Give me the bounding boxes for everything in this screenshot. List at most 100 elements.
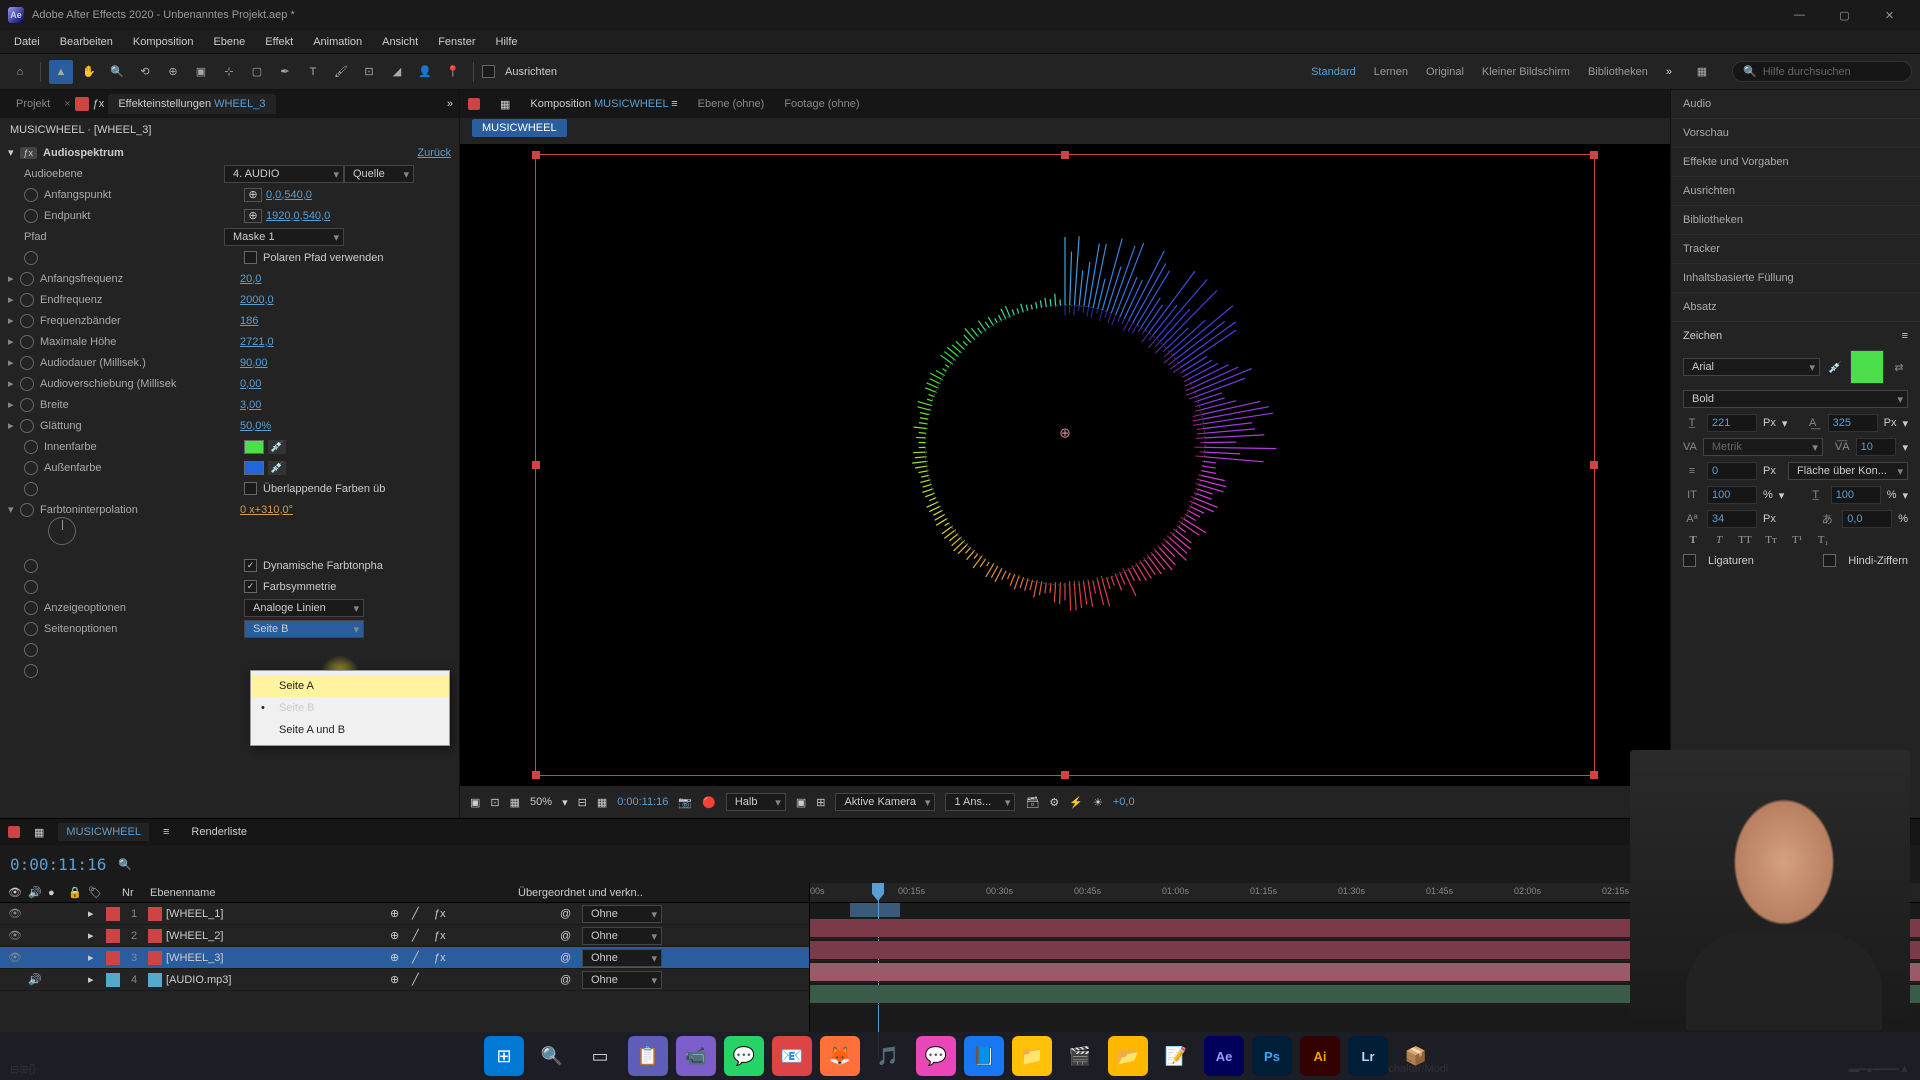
twirl-icon[interactable]: ▸	[8, 419, 20, 432]
puppet-tool[interactable]: 📍	[441, 60, 465, 84]
taskbar-notepad[interactable]: 📝	[1156, 1036, 1196, 1076]
stopwatch-icon[interactable]	[24, 664, 38, 678]
effect-reset-link[interactable]: Zurück	[417, 147, 451, 159]
stroke-input[interactable]: 0	[1707, 462, 1757, 480]
menu-animation[interactable]: Animation	[303, 33, 372, 51]
popup-seite-ab[interactable]: Seite A und B	[251, 719, 449, 741]
parent-dropdown[interactable]: Ohne	[582, 971, 662, 989]
zoom-value[interactable]: 50%	[530, 796, 552, 808]
taskbar-photoshop[interactable]: Ps	[1252, 1036, 1292, 1076]
font-weight-dropdown[interactable]: Bold	[1683, 390, 1908, 408]
prop-seiten-dropdown[interactable]: Seite B	[244, 620, 364, 638]
workspace-lernen[interactable]: Lernen	[1374, 66, 1408, 78]
stopwatch-icon[interactable]	[24, 559, 38, 573]
layer-name[interactable]: [WHEEL_2]	[166, 930, 386, 942]
pen-tool[interactable]: ✒	[273, 60, 297, 84]
snap-toggle[interactable]: Ausrichten	[482, 65, 557, 78]
twirl-icon[interactable]: ▸	[88, 907, 102, 920]
taskbar-firefox[interactable]: 🦊	[820, 1036, 860, 1076]
stopwatch-icon[interactable]	[20, 377, 34, 391]
vscale-input[interactable]: 100	[1707, 486, 1757, 504]
fast-preview-icon[interactable]: ⚡	[1069, 796, 1083, 809]
twirl-icon[interactable]: ▸	[88, 951, 102, 964]
transparency-icon[interactable]: ▦	[597, 796, 607, 809]
prop-audioebene-dropdown[interactable]: 4. AUDIO	[224, 165, 344, 183]
exposure-icon[interactable]: ☀	[1093, 796, 1103, 809]
dropdown-icon[interactable]: ▾	[1782, 417, 1788, 430]
text-tool[interactable]: T	[301, 60, 325, 84]
stopwatch-icon[interactable]	[20, 503, 34, 517]
allcaps-button[interactable]: TT	[1735, 534, 1755, 546]
twirl-icon[interactable]: ▸	[8, 335, 20, 348]
switch-icon[interactable]: ⊕	[390, 951, 408, 964]
camera-tool[interactable]: ▣	[189, 60, 213, 84]
taskbar-app[interactable]: 📋	[628, 1036, 668, 1076]
menu-fenster[interactable]: Fenster	[428, 33, 485, 51]
tab-effekteinstellungen[interactable]: Effekteinstellungen WHEEL_3	[108, 94, 275, 114]
taskbar-illustrator[interactable]: Ai	[1300, 1036, 1340, 1076]
leading-input[interactable]: 325	[1828, 414, 1878, 432]
panel-menu-icon[interactable]: ≡	[1902, 330, 1908, 342]
tab-komposition[interactable]: Komposition MUSICWHEEL ≡	[530, 98, 677, 110]
kerning-dropdown[interactable]: Metrik	[1703, 438, 1823, 456]
twirl-icon[interactable]: ▸	[8, 293, 20, 306]
panel-ausrichten[interactable]: Ausrichten	[1671, 177, 1920, 206]
eyedropper-icon[interactable]: 💉	[268, 440, 286, 454]
label-color[interactable]	[106, 907, 120, 921]
help-search[interactable]: 🔍 Hilfe durchsuchen	[1732, 61, 1912, 82]
taskbar-taskview[interactable]: ▭	[580, 1036, 620, 1076]
stopwatch-icon[interactable]	[24, 188, 38, 202]
popup-seite-a[interactable]: Seite A	[251, 675, 449, 697]
crosshair-icon[interactable]: ⊕	[244, 188, 262, 202]
layer-row[interactable]: 👁 ▸ 3 [WHEEL_3] ⊕ ╱ ƒx @ Ohne	[0, 947, 809, 969]
region-icon[interactable]: ▣	[470, 796, 480, 809]
hand-tool[interactable]: ✋	[77, 60, 101, 84]
fx-badge[interactable]: ƒx	[20, 147, 38, 159]
eraser-tool[interactable]: ◢	[385, 60, 409, 84]
prop-farbton-value[interactable]: 0 x+310,0°	[240, 504, 293, 516]
tab-ebene[interactable]: Ebene (ohne)	[698, 98, 765, 110]
stopwatch-icon[interactable]	[24, 601, 38, 615]
switch-icon[interactable]: ⊕	[390, 907, 408, 920]
parent-pickwhip-icon[interactable]: @	[560, 974, 578, 986]
font-size-input[interactable]: 221	[1707, 414, 1757, 432]
menu-datei[interactable]: Datei	[4, 33, 50, 51]
prop-anfangsfreq-value[interactable]: 20,0	[240, 273, 261, 285]
effect-twirl-icon[interactable]: ▾	[8, 146, 14, 159]
panel-menu-icon[interactable]: »	[447, 98, 453, 110]
stopwatch-icon[interactable]	[20, 314, 34, 328]
stopwatch-icon[interactable]	[20, 293, 34, 307]
angle-dial[interactable]	[48, 517, 76, 545]
start-button[interactable]: ⊞	[484, 1036, 524, 1076]
menu-ebene[interactable]: Ebene	[203, 33, 255, 51]
stamp-tool[interactable]: ⊡	[357, 60, 381, 84]
panel-inhaltsfullung[interactable]: Inhaltsbasierte Füllung	[1671, 264, 1920, 293]
ligatures-checkbox[interactable]	[1683, 554, 1696, 567]
bold-button[interactable]: T	[1683, 534, 1703, 546]
smallcaps-button[interactable]: Tᴛ	[1761, 534, 1781, 546]
switch-icon[interactable]: ⊕	[390, 973, 408, 986]
switch-icon[interactable]: ⊕	[390, 929, 408, 942]
guide-icon[interactable]: ⊞	[816, 796, 825, 809]
parent-dropdown[interactable]: Ohne	[582, 927, 662, 945]
parent-pickwhip-icon[interactable]: @	[560, 930, 578, 942]
visibility-toggle[interactable]: 👁	[8, 951, 24, 964]
channel-icon[interactable]: 🔴	[702, 796, 716, 809]
twirl-icon[interactable]: ▾	[8, 503, 20, 516]
visibility-toggle[interactable]: 👁	[8, 929, 24, 942]
eyedropper-icon[interactable]: 💉	[268, 461, 286, 475]
taskbar-aftereffects[interactable]: Ae	[1204, 1036, 1244, 1076]
stopwatch-icon[interactable]	[20, 335, 34, 349]
stopwatch-icon[interactable]	[20, 356, 34, 370]
menu-bearbeiten[interactable]: Bearbeiten	[50, 33, 123, 51]
workspace-standard[interactable]: Standard	[1311, 66, 1356, 78]
twirl-icon[interactable]: ▸	[8, 356, 20, 369]
hscale-input[interactable]: 100	[1831, 486, 1881, 504]
menu-hilfe[interactable]: Hilfe	[486, 33, 528, 51]
prop-breite-value[interactable]: 3,00	[240, 399, 261, 411]
twirl-icon[interactable]: ▸	[8, 377, 20, 390]
stopwatch-icon[interactable]	[24, 622, 38, 636]
anchor-tool[interactable]: ⊹	[217, 60, 241, 84]
tracking-input[interactable]: 10	[1856, 438, 1897, 456]
work-area-bar[interactable]	[850, 903, 900, 917]
